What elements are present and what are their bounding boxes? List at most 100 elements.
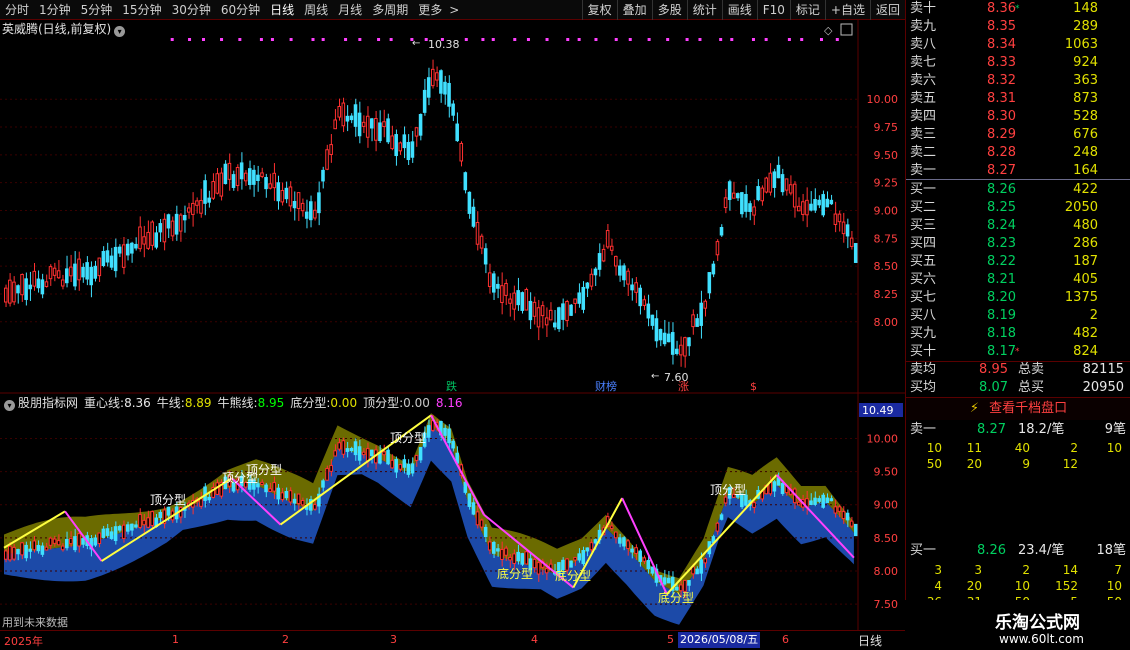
candle[interactable] <box>768 163 773 196</box>
period-tab[interactable]: 30分钟 <box>167 0 216 20</box>
candle[interactable] <box>829 194 834 205</box>
candle[interactable] <box>614 255 618 276</box>
period-tab[interactable]: 1分钟 <box>34 0 76 20</box>
candle[interactable] <box>764 176 769 194</box>
candle[interactable] <box>256 165 260 192</box>
candle[interactable] <box>638 284 642 315</box>
candle[interactable] <box>650 314 655 330</box>
candle[interactable] <box>260 167 264 179</box>
bid-level-row[interactable]: 买三 8.24 480 <box>906 217 1130 235</box>
candle[interactable] <box>113 238 118 278</box>
candle[interactable] <box>447 75 451 118</box>
candle[interactable] <box>569 303 573 316</box>
ask-level-row[interactable]: 卖十 8.36 * 148 <box>906 0 1130 18</box>
candle[interactable] <box>573 298 577 314</box>
bid-level-row[interactable]: 买六 8.21 405 <box>906 271 1130 289</box>
candle[interactable] <box>309 195 313 228</box>
candle[interactable] <box>284 181 289 204</box>
ask-level-row[interactable]: 卖二 8.28 248 <box>906 144 1130 162</box>
candle[interactable] <box>170 216 175 242</box>
candle[interactable] <box>77 251 81 291</box>
candle[interactable] <box>357 101 362 144</box>
candle[interactable] <box>536 299 541 341</box>
ask-level-row[interactable]: 卖七 8.33 924 <box>906 54 1130 72</box>
candle[interactable] <box>622 263 626 287</box>
candle[interactable] <box>69 254 73 283</box>
period-tab[interactable]: 5分钟 <box>76 0 118 20</box>
candle[interactable] <box>687 337 691 356</box>
candle[interactable] <box>370 117 374 142</box>
candle[interactable] <box>24 272 28 306</box>
candle[interactable] <box>736 192 740 202</box>
candle[interactable] <box>32 263 37 291</box>
candle[interactable] <box>341 97 346 133</box>
candle[interactable] <box>361 115 366 134</box>
candle[interactable] <box>182 205 187 233</box>
candle[interactable] <box>553 309 557 331</box>
candle[interactable] <box>109 247 114 270</box>
candle[interactable] <box>16 284 20 304</box>
candle[interactable] <box>219 167 224 201</box>
candle[interactable] <box>268 173 272 190</box>
candle[interactable] <box>8 273 12 307</box>
toolbar-action-button[interactable]: 标记 <box>789 0 825 20</box>
bid-level-row[interactable]: 买五 8.22 187 <box>906 253 1130 271</box>
candle[interactable] <box>349 113 354 124</box>
candle[interactable] <box>101 246 106 268</box>
candle[interactable] <box>451 100 455 122</box>
candle[interactable] <box>292 191 297 221</box>
candle[interactable] <box>333 109 337 130</box>
candle[interactable] <box>406 134 411 166</box>
period-tab[interactable]: 日线 <box>265 0 299 20</box>
candle[interactable] <box>670 322 675 365</box>
candle[interactable] <box>317 181 321 226</box>
candle[interactable] <box>504 279 508 305</box>
event-marker[interactable]: 涨 <box>678 380 689 393</box>
candle[interactable] <box>500 272 504 315</box>
candle[interactable] <box>252 165 256 197</box>
candle[interactable] <box>463 171 468 194</box>
candle[interactable] <box>744 185 748 218</box>
candle[interactable] <box>130 241 134 263</box>
candle[interactable] <box>532 296 537 325</box>
candle[interactable] <box>48 264 53 286</box>
toolbar-action-button[interactable]: F10 <box>756 0 790 20</box>
candle[interactable] <box>28 271 32 301</box>
event-marker[interactable]: 跌 <box>446 379 457 393</box>
candle[interactable] <box>833 201 838 233</box>
candle[interactable] <box>723 188 728 214</box>
candle[interactable] <box>748 200 752 221</box>
candle[interactable] <box>675 340 679 356</box>
candle[interactable] <box>520 291 525 314</box>
candle[interactable] <box>231 170 236 191</box>
candle[interactable] <box>390 125 394 151</box>
candle[interactable] <box>73 251 77 291</box>
candle[interactable] <box>272 163 276 201</box>
candle[interactable] <box>146 220 150 251</box>
candle[interactable] <box>581 281 586 314</box>
candle[interactable] <box>817 195 821 209</box>
candle[interactable] <box>12 276 16 306</box>
candle[interactable] <box>813 188 817 213</box>
toolbar-action-button[interactable]: 统计 <box>686 0 722 20</box>
candle[interactable] <box>471 198 476 229</box>
candle[interactable] <box>593 267 598 286</box>
candle[interactable] <box>296 192 301 222</box>
time-axis[interactable]: 2025年 1 2 3 4 5 2026/05/08/五 6 日线 <box>0 630 905 650</box>
candle[interactable] <box>654 310 659 348</box>
candle[interactable] <box>435 66 439 88</box>
candle[interactable] <box>699 290 703 339</box>
candle[interactable] <box>561 298 565 331</box>
candle[interactable] <box>40 273 45 299</box>
candle[interactable] <box>760 185 764 206</box>
candle[interactable] <box>248 160 252 190</box>
candle[interactable] <box>329 134 333 163</box>
candle[interactable] <box>528 292 533 330</box>
candle[interactable] <box>540 301 545 329</box>
candle[interactable] <box>508 293 512 317</box>
candle[interactable] <box>394 129 398 166</box>
candle[interactable] <box>853 243 858 263</box>
bid-level-row[interactable]: 买十 8.17 * 824 <box>906 343 1130 361</box>
candle[interactable] <box>142 225 146 258</box>
candle[interactable] <box>166 213 171 239</box>
